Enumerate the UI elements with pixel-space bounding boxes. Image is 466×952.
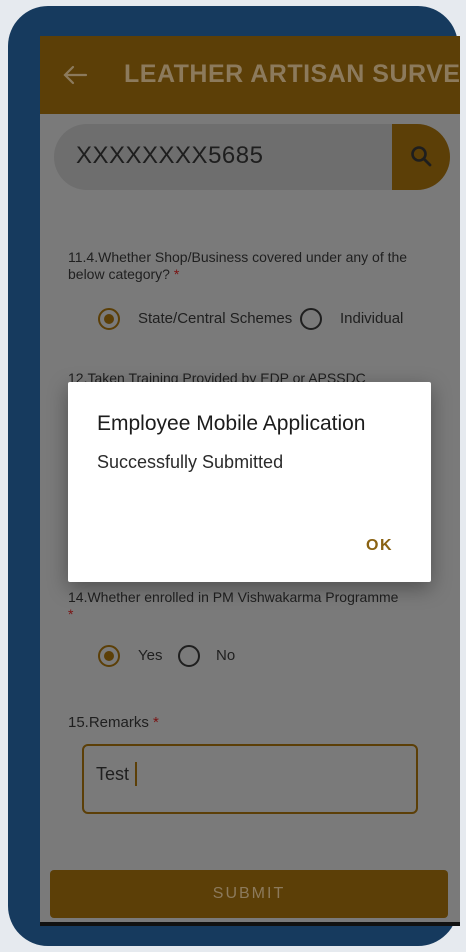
radio-yes[interactable] [98,645,120,667]
dialog-title: Employee Mobile Application [97,412,366,435]
radio-label-yes: Yes [138,647,163,664]
question-15-text: 15.Remarks [68,714,149,731]
radio-state-central-schemes[interactable] [98,308,120,330]
remarks-textarea[interactable]: Test [82,744,418,814]
question-14-label: 14.Whether enrolled in PM Vishwakarma Pr… [68,589,428,623]
question-15-label: 15.Remarks * [68,714,159,731]
radio-individual[interactable] [300,308,322,330]
required-asterisk: * [153,714,159,731]
question-14-text: 14.Whether enrolled in PM Vishwakarma Pr… [68,589,399,605]
submit-button[interactable]: SUBMIT [50,870,448,918]
search-input[interactable]: XXXXXXXX5685 [76,142,263,170]
required-asterisk: * [173,266,180,282]
app-bar: LEATHER ARTISAN SURVEY [40,36,460,114]
search-button[interactable] [392,124,450,190]
remarks-value: Test [96,764,130,784]
system-nav-bar [40,922,460,926]
arrow-left-icon[interactable] [60,60,90,90]
radio-label-no: No [216,647,236,664]
dialog-ok-button[interactable]: OK [366,537,393,555]
device-frame: LEATHER ARTISAN SURVEY XXXXXXXX5685 11.4… [8,6,460,946]
radio-label-state-central: State/Central Schemes [138,310,293,327]
question-11-4-text: 11.4.Whether Shop/Business covered under… [68,249,408,282]
phone-screen: LEATHER ARTISAN SURVEY XXXXXXXX5685 11.4… [40,36,460,926]
submit-label: SUBMIT [212,885,286,902]
text-cursor [135,762,137,786]
search-bar: XXXXXXXX5685 [54,124,450,190]
required-asterisk: * [68,606,74,622]
radio-no[interactable] [178,645,200,667]
alert-dialog: Employee Mobile Application Successfully… [68,382,431,582]
page-title: LEATHER ARTISAN SURVEY [124,60,460,88]
radio-label-individual: Individual [340,310,404,327]
question-11-4-label: 11.4.Whether Shop/Business covered under… [68,249,408,283]
search-icon [411,146,432,167]
dialog-message: Successfully Submitted [97,452,284,472]
